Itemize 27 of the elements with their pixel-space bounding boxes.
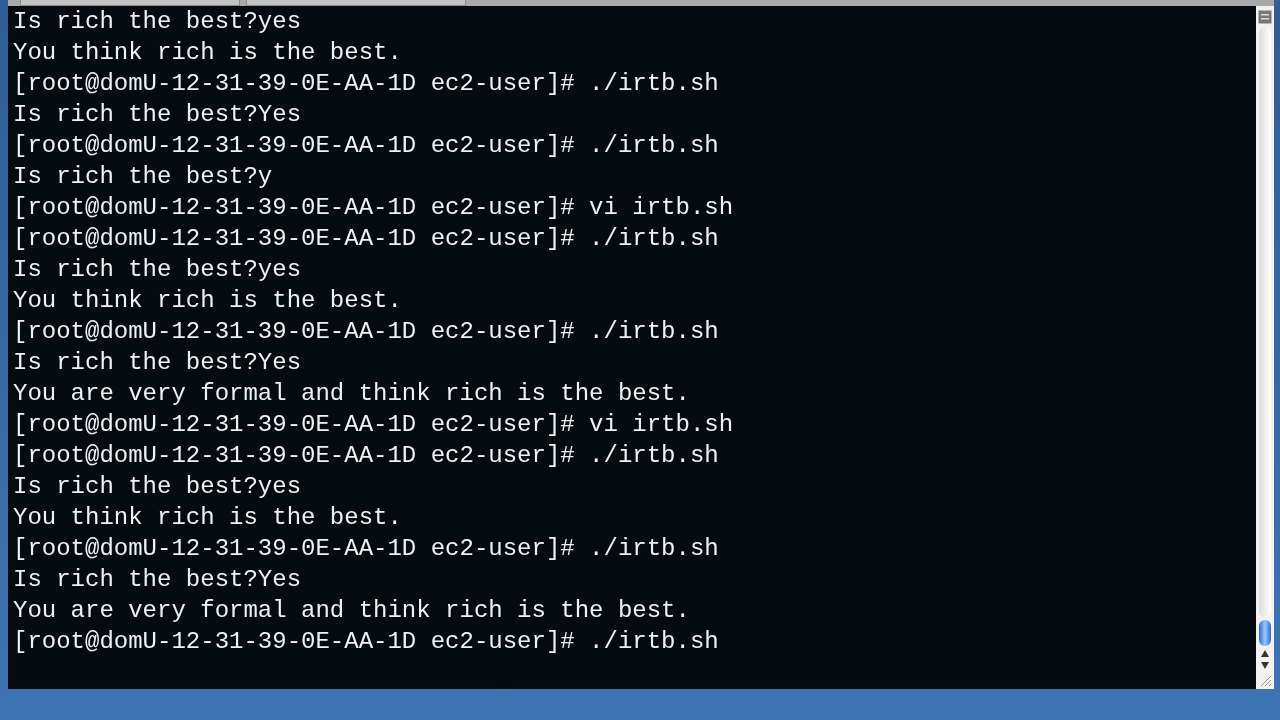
terminal-line: Is rich the best?yes	[13, 472, 303, 502]
terminal-line: Is rich the best?yes	[13, 255, 303, 285]
terminal-line: Is rich the best?y	[13, 162, 274, 192]
scroll-thumb[interactable]	[1259, 620, 1271, 646]
terminal-line: You think rich is the best.	[13, 38, 403, 68]
scrollbar[interactable]	[1256, 6, 1274, 689]
scroll-down-icon[interactable]	[1260, 661, 1270, 670]
terminal-line: Is rich the best?Yes	[13, 348, 303, 378]
terminal-line: [root@domU-12-31-39-0E-AA-1D ec2-user]# vi irtb.sh	[13, 410, 735, 440]
scroll-up-icon[interactable]	[1260, 649, 1270, 658]
terminal-line: You think rich is the best.	[13, 503, 403, 533]
terminal-line: You think rich is the best.	[13, 286, 403, 316]
terminal-line: [root@domU-12-31-39-0E-AA-1D ec2-user]# ./irtb.sh	[13, 627, 720, 657]
terminal-line: [root@domU-12-31-39-0E-AA-1D ec2-user]# ./irtb.sh	[13, 317, 720, 347]
terminal-line: [root@domU-12-31-39-0E-AA-1D ec2-user]# ./irtb.sh	[13, 131, 720, 161]
terminal-line: Is rich the best?Yes	[13, 100, 303, 130]
terminal-line: [root@domU-12-31-39-0E-AA-1D ec2-user]# ./irtb.sh	[13, 224, 720, 254]
terminal-line: [root@domU-12-31-39-0E-AA-1D ec2-user]# ./irtb.sh	[13, 534, 720, 564]
terminal-line: [root@domU-12-31-39-0E-AA-1D ec2-user]# ./irtb.sh	[13, 69, 720, 99]
resize-grip-icon[interactable]	[1258, 673, 1272, 687]
terminal-line: Is rich the best?Yes	[13, 565, 303, 595]
terminal-line: You are very formal and think rich is the best.	[13, 596, 691, 626]
terminal-line: [root@domU-12-31-39-0E-AA-1D ec2-user]# ./irtb.sh	[13, 441, 720, 471]
terminal-line: Is rich the best?yes	[13, 7, 303, 37]
split-pane-icon[interactable]	[1258, 10, 1272, 24]
terminal-line: You are very formal and think rich is the best.	[13, 379, 691, 409]
terminal-line: [root@domU-12-31-39-0E-AA-1D ec2-user]# vi irtb.sh	[13, 193, 735, 223]
